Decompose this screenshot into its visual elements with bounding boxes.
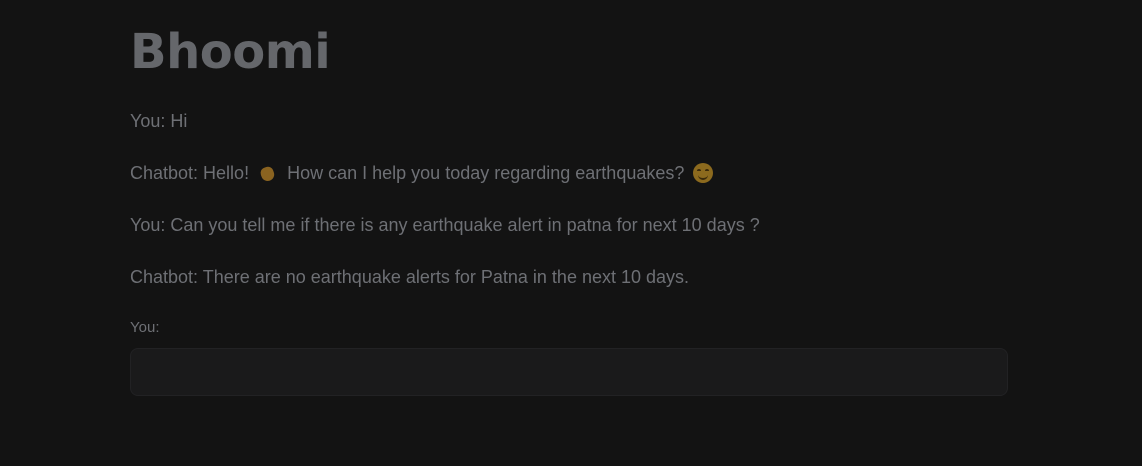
user-message: You: Hi	[130, 111, 188, 131]
bot-message: Chatbot: Hello! How can I help you today…	[130, 161, 717, 185]
smiling-face-icon	[693, 163, 714, 183]
waving-hand-icon	[258, 163, 278, 183]
bot-message: Chatbot: There are no earthquake alerts …	[130, 267, 690, 287]
input-label: You:	[130, 319, 160, 336]
user-message: You: Can you tell me if there is any ear…	[130, 215, 760, 235]
chat-input[interactable]	[130, 348, 1008, 396]
bot-message-text: Chatbot: Hello!	[130, 163, 250, 183]
bot-message-text: How can I help you today regarding earth…	[287, 163, 685, 183]
page-title: Bhoomi	[130, 24, 331, 80]
